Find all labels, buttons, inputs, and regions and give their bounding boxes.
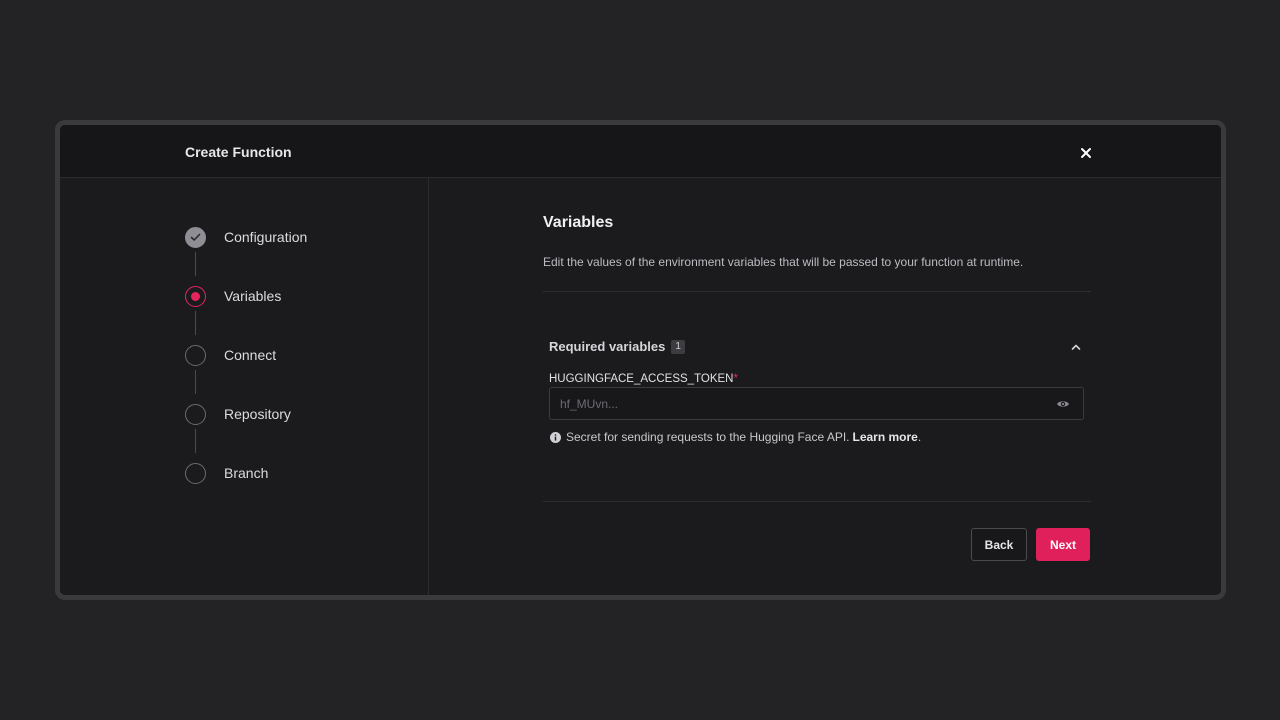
step-branch[interactable]: Branch xyxy=(185,462,268,484)
eye-icon[interactable] xyxy=(1056,399,1070,409)
step-connector xyxy=(195,370,196,394)
hint-text: Secret for sending requests to the Huggi… xyxy=(566,430,850,444)
modal-header: Create Function xyxy=(60,125,1221,178)
variable-label: HUGGINGFACE_ACCESS_TOKEN* xyxy=(549,373,738,385)
stepper-panel: Configuration Variables Connect Reposito… xyxy=(60,178,429,595)
step-connect[interactable]: Connect xyxy=(185,344,276,366)
learn-more-link[interactable]: Learn more xyxy=(853,430,918,444)
active-step-icon xyxy=(185,285,206,307)
modal-frame: Create Function Configuration Variables … xyxy=(55,120,1226,600)
step-repository[interactable]: Repository xyxy=(185,403,291,425)
next-button[interactable]: Next xyxy=(1036,528,1090,561)
required-marker: * xyxy=(733,373,738,385)
section-description: Edit the values of the environment varia… xyxy=(543,255,1024,269)
create-function-modal: Create Function Configuration Variables … xyxy=(60,125,1221,595)
pending-step-icon xyxy=(185,344,206,366)
chevron-up-icon[interactable] xyxy=(1070,342,1082,352)
required-variables-header[interactable]: Required variables 1 xyxy=(549,339,685,354)
section-title: Variables xyxy=(543,214,614,231)
step-label: Branch xyxy=(224,465,269,481)
token-input[interactable] xyxy=(549,387,1084,420)
required-variables-title: Required variables xyxy=(549,339,666,354)
step-label: Variables xyxy=(224,288,282,304)
modal-title: Create Function xyxy=(185,144,292,160)
step-label: Repository xyxy=(224,406,291,422)
step-label: Configuration xyxy=(224,229,308,245)
divider xyxy=(543,501,1091,502)
step-connector xyxy=(195,311,196,335)
divider xyxy=(543,291,1091,292)
variable-name: HUGGINGFACE_ACCESS_TOKEN xyxy=(549,373,734,385)
step-configuration[interactable]: Configuration xyxy=(185,226,307,248)
count-badge: 1 xyxy=(671,339,685,354)
check-icon xyxy=(185,226,206,248)
step-variables[interactable]: Variables xyxy=(185,285,281,307)
close-icon[interactable] xyxy=(1078,145,1094,161)
pending-step-icon xyxy=(185,462,206,484)
hint-suffix: . xyxy=(917,430,922,444)
back-button[interactable]: Back xyxy=(971,528,1027,561)
step-label: Connect xyxy=(224,347,277,363)
variables-panel: Variables Edit the values of the environ… xyxy=(430,178,1221,595)
step-connector xyxy=(195,429,196,453)
pending-step-icon xyxy=(185,403,206,425)
step-connector xyxy=(195,252,196,276)
variable-hint: Secret for sending requests to the Huggi… xyxy=(550,430,921,444)
info-icon xyxy=(550,431,561,443)
